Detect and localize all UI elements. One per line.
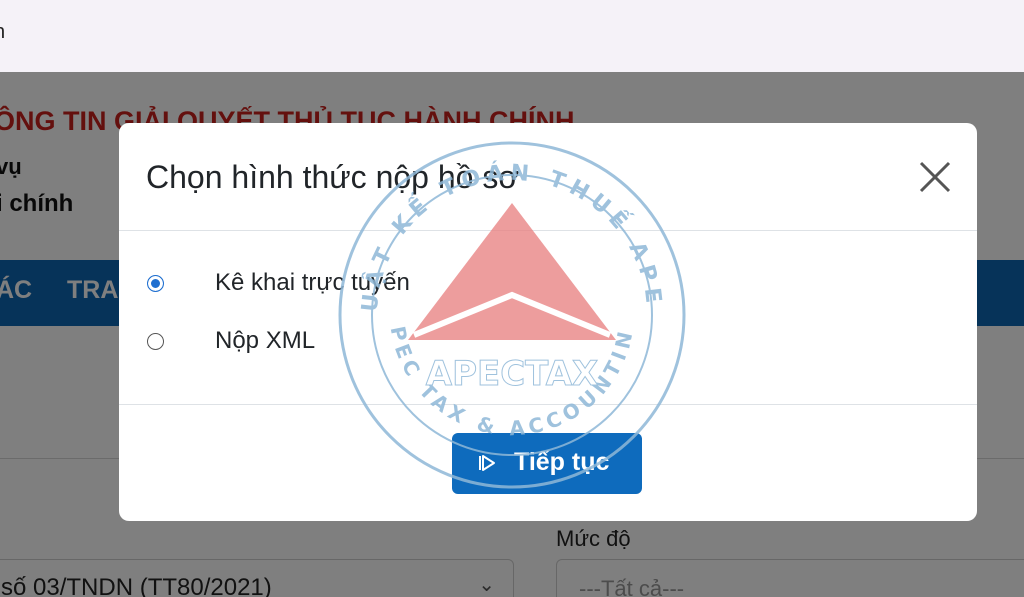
radio-online[interactable] [147, 275, 164, 292]
submission-method-modal: Chọn hình thức nộp hồ sơ Kê khai trực tu… [119, 123, 977, 521]
modal-header: Chọn hình thức nộp hồ sơ [119, 123, 977, 231]
option-xml[interactable]: Nộp XML [119, 325, 977, 371]
continue-label: Tiếp tục [514, 448, 610, 476]
browser-address-bar[interactable]: h [0, 0, 1024, 73]
close-button[interactable] [917, 159, 953, 195]
modal-footer: Tiếp tục [119, 404, 977, 522]
continue-button[interactable]: Tiếp tục [452, 433, 642, 494]
option-online[interactable]: Kê khai trực tuyến [119, 267, 977, 313]
close-icon [919, 161, 951, 193]
option-xml-label[interactable]: Nộp XML [215, 327, 315, 355]
radio-xml[interactable] [147, 333, 164, 350]
modal-body: Kê khai trực tuyến Nộp XML [119, 231, 977, 404]
address-text: h [0, 21, 5, 44]
skip-next-icon [479, 455, 495, 471]
option-online-label[interactable]: Kê khai trực tuyến [215, 269, 410, 297]
modal-title: Chọn hình thức nộp hồ sơ [146, 159, 520, 195]
